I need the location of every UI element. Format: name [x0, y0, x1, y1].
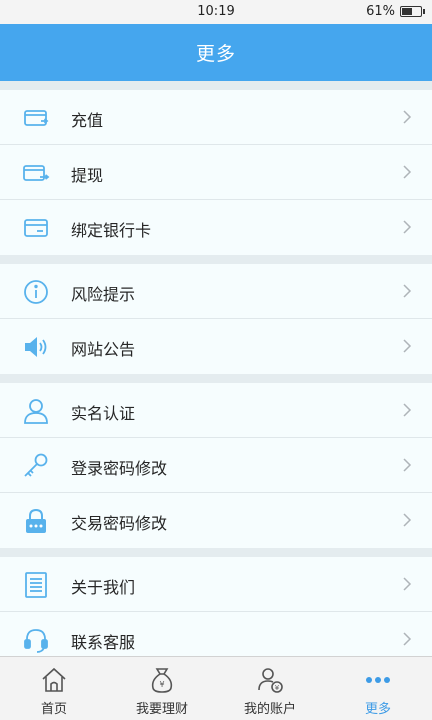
- chevron-right-icon: [403, 577, 412, 591]
- info-icon: [24, 280, 48, 304]
- tab-label: 首页: [40, 702, 67, 717]
- menu-item-trade-password[interactable]: 交易密码修改: [0, 493, 432, 548]
- tab-label: 更多: [364, 702, 391, 717]
- money-bag-icon: ¥: [151, 668, 173, 693]
- menu-group-info: 风险提示 网站公告: [0, 264, 432, 374]
- headset-icon: [24, 629, 48, 653]
- tab-home[interactable]: 首页: [0, 657, 108, 720]
- menu-item-label: 风险提示: [71, 285, 136, 304]
- menu-item-label: 登录密码修改: [71, 459, 168, 478]
- chevron-right-icon: [403, 458, 412, 472]
- home-icon: [42, 667, 66, 692]
- chevron-right-icon: [403, 110, 412, 124]
- menu-item-login-password[interactable]: 登录密码修改: [0, 438, 432, 493]
- battery-icon: [400, 6, 425, 17]
- key-icon: [24, 453, 48, 477]
- tab-more[interactable]: 更多: [324, 657, 432, 720]
- status-right: 61%: [366, 4, 425, 19]
- chevron-right-icon: [403, 284, 412, 298]
- card-out-icon: [23, 165, 50, 181]
- battery-percent: 61%: [366, 4, 395, 19]
- menu-item-label: 联系客服: [71, 633, 136, 652]
- menu-item-label: 充值: [71, 111, 104, 130]
- user-icon: [24, 399, 48, 424]
- card-in-icon: [24, 110, 49, 126]
- tab-account[interactable]: ¥ 我的账户: [216, 657, 324, 720]
- chevron-right-icon: [403, 632, 412, 646]
- menu-item-risk[interactable]: 风险提示: [0, 264, 432, 319]
- tab-label: 我要理财: [135, 702, 188, 717]
- menu-item-label: 实名认证: [71, 404, 136, 423]
- menu-item-about[interactable]: 关于我们: [0, 557, 432, 612]
- page-title: 更多: [0, 24, 432, 81]
- chevron-right-icon: [403, 403, 412, 417]
- menu-item-bind-card[interactable]: 绑定银行卡: [0, 200, 432, 255]
- menu-item-verify[interactable]: 实名认证: [0, 383, 432, 438]
- speaker-icon: [25, 337, 47, 357]
- menu-item-label: 交易密码修改: [71, 514, 168, 533]
- menu-item-label: 绑定银行卡: [71, 221, 152, 240]
- tab-label: 我的账户: [243, 702, 296, 717]
- bottom-tab-bar: 首页 ¥ 我要理财 ¥ 我的账户 更多: [0, 656, 432, 720]
- status-bar: 10:19 61%: [0, 0, 432, 24]
- bank-card-icon: [24, 219, 48, 237]
- menu-item-label: 网站公告: [71, 340, 136, 359]
- chevron-right-icon: [403, 513, 412, 527]
- battery-level: [402, 8, 412, 15]
- svg-text:¥: ¥: [275, 684, 280, 692]
- document-icon: [25, 572, 47, 598]
- chevron-right-icon: [403, 220, 412, 234]
- menu-item-notice[interactable]: 网站公告: [0, 319, 432, 374]
- menu-item-withdraw[interactable]: 提现: [0, 145, 432, 200]
- menu-item-label: 关于我们: [71, 578, 136, 597]
- tab-invest[interactable]: ¥ 我要理财: [108, 657, 216, 720]
- menu-item-label: 提现: [71, 166, 104, 185]
- menu-item-recharge[interactable]: 充值: [0, 90, 432, 145]
- menu-group-about: 关于我们 联系客服: [0, 557, 432, 667]
- lock-icon: [26, 508, 46, 533]
- menu-group-security: 实名认证 登录密码修改 交易密码修改: [0, 383, 432, 548]
- account-icon: ¥: [258, 668, 283, 693]
- menu-group-funds: 充值 提现 绑定银行卡: [0, 90, 432, 255]
- more-icon: [366, 677, 390, 683]
- svg-text:¥: ¥: [159, 680, 164, 689]
- menu-list: 充值 提现 绑定银行卡 风险提示 网站公告 实名认证 登录密码修改 交易密码修改…: [0, 81, 432, 667]
- chevron-right-icon: [403, 339, 412, 353]
- chevron-right-icon: [403, 165, 412, 179]
